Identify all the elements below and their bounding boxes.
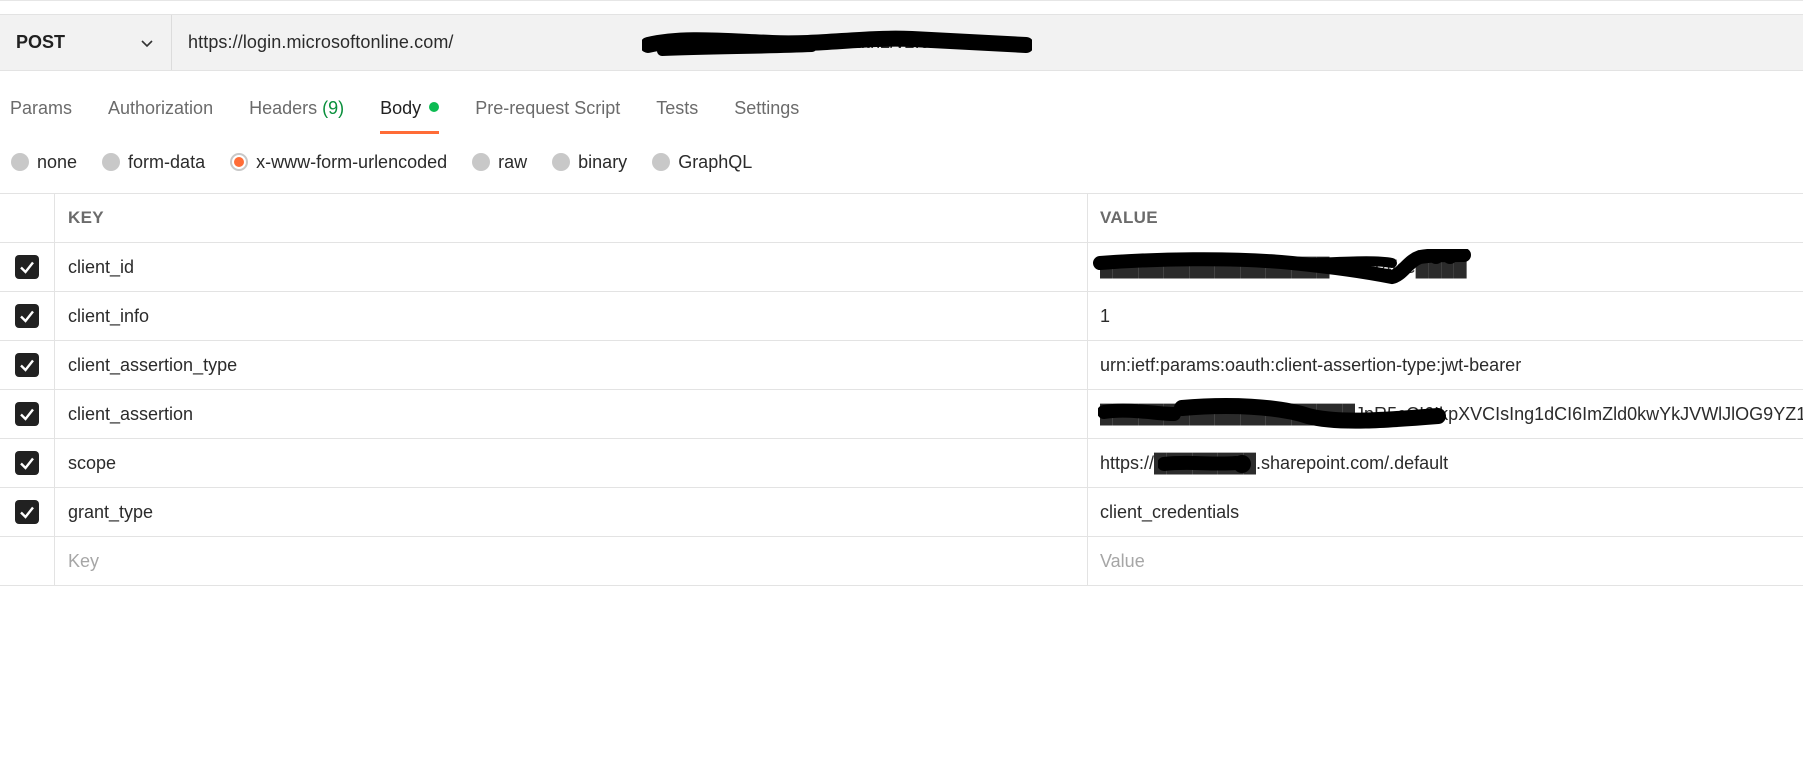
tab-params-label: Params [10, 98, 73, 118]
row-key[interactable]: grant_type [55, 488, 1088, 536]
top-divider [0, 0, 1803, 1]
url-prefix: https://login.microsoftonline.com/ [188, 32, 454, 52]
body-type-options: none form-data x-www-form-urlencoded raw… [0, 148, 766, 176]
table-header-row: KEY VALUE [0, 194, 1803, 243]
body-indicator-dot [429, 102, 440, 112]
headers-count: (9) [322, 98, 345, 118]
value-column-header: VALUE [1100, 208, 1158, 227]
radio-label: none [37, 151, 78, 172]
body-type-none[interactable]: none [11, 152, 77, 173]
table-row: client_assertion ████████████████████JpR… [0, 390, 1803, 439]
radio-label: form-data [128, 151, 206, 172]
params-table: KEY VALUE client_id ██████████████████-a… [0, 193, 1803, 586]
empty-check-cell [0, 537, 55, 585]
radio-label: x-www-form-urlencoded [256, 151, 448, 172]
radio-selected-icon[interactable] [230, 153, 249, 171]
row-checkbox[interactable] [15, 255, 39, 279]
table-row: client_assertion_type urn:ietf:params:oa… [0, 341, 1803, 390]
row-value[interactable]: 1 [1088, 292, 1803, 340]
checkmark-icon [20, 408, 34, 421]
row-checkbox[interactable] [15, 402, 39, 426]
row-key[interactable]: client_info [55, 292, 1088, 340]
url-field[interactable]: https://login.microsoftonline.com//oauth… [172, 15, 1803, 70]
key-column-header: KEY [55, 194, 1088, 242]
row-value[interactable]: ██████████████████-a07-14fce████ [1088, 243, 1803, 291]
method-select[interactable]: POST [0, 15, 172, 70]
tab-tests[interactable]: Tests [656, 86, 698, 134]
checkmark-icon [20, 261, 34, 274]
radio-icon[interactable] [652, 153, 671, 171]
redaction-scribble [1098, 398, 1446, 429]
row-key[interactable]: scope [55, 439, 1088, 487]
checkmark-icon [20, 457, 34, 470]
row-value[interactable]: ████████████████████JpR5cCI6IkpXVCIsIng1… [1088, 390, 1803, 438]
radio-icon[interactable] [11, 153, 29, 171]
tab-headers[interactable]: Headers (9) [249, 86, 344, 134]
table-row: client_id ██████████████████-a07-14fce██… [0, 243, 1803, 292]
new-key-input[interactable]: Key [55, 537, 1088, 585]
redaction-scribble [1093, 249, 1471, 285]
radio-label: binary [578, 151, 628, 172]
tab-settings-label: Settings [734, 98, 800, 118]
tab-settings[interactable]: Settings [734, 86, 799, 134]
row-checkbox[interactable] [15, 353, 39, 377]
radio-label: GraphQL [678, 151, 753, 172]
row-checkbox[interactable] [15, 451, 39, 475]
table-row: grant_type client_credentials [0, 488, 1803, 537]
new-value-input[interactable]: Value [1088, 537, 1803, 585]
row-key[interactable]: client_assertion_type [55, 341, 1088, 389]
redaction-scribble [1158, 455, 1251, 473]
body-type-form-data[interactable]: form-data [102, 152, 205, 173]
body-type-raw[interactable]: raw [472, 152, 527, 173]
radio-icon[interactable] [472, 153, 491, 171]
redaction-scribble [642, 30, 1032, 56]
body-type-graphql[interactable]: GraphQL [652, 152, 752, 173]
table-row: scope https://████████.sharepoint.com/.d… [0, 439, 1803, 488]
checkmark-icon [20, 310, 34, 323]
chevron-down-icon [141, 39, 153, 47]
checkmark-icon [20, 506, 34, 519]
table-row-new: Key Value [0, 537, 1803, 586]
row-checkbox[interactable] [15, 304, 39, 328]
body-type-binary[interactable]: binary [552, 152, 627, 173]
row-key[interactable]: client_assertion [55, 390, 1088, 438]
row-checkbox[interactable] [15, 500, 39, 524]
tab-authorization[interactable]: Authorization [108, 86, 213, 134]
tab-params[interactable]: Params [10, 86, 72, 134]
radio-label: raw [498, 151, 528, 172]
row-value[interactable]: urn:ietf:params:oauth:client-assertion-t… [1088, 341, 1803, 389]
row-value[interactable]: client_credentials [1088, 488, 1803, 536]
method-label: POST [16, 32, 66, 52]
request-url-bar: POST https://login.microsoftonline.com//… [0, 14, 1803, 71]
tab-authorization-label: Authorization [108, 98, 214, 118]
table-row: client_info 1 [0, 292, 1803, 341]
radio-icon[interactable] [102, 153, 121, 171]
row-value-text: https://████████.sharepoint.com/.default [1100, 452, 1449, 473]
radio-icon[interactable] [552, 153, 571, 171]
body-type-urlencoded[interactable]: x-www-form-urlencoded [230, 152, 447, 173]
checkmark-icon [20, 359, 34, 372]
tab-body[interactable]: Body [380, 86, 440, 134]
header-check-cell [0, 194, 55, 242]
request-tabs: Params Authorization Headers (9) Body Pr… [0, 86, 825, 134]
tab-headers-label: Headers [249, 98, 318, 118]
tab-pre-request-label: Pre-request Script [475, 98, 621, 118]
tab-body-label: Body [380, 98, 422, 118]
tab-tests-label: Tests [656, 98, 699, 118]
row-key[interactable]: client_id [55, 243, 1088, 291]
row-value[interactable]: https://████████.sharepoint.com/.default [1088, 439, 1803, 487]
tab-pre-request-script[interactable]: Pre-request Script [475, 86, 620, 134]
